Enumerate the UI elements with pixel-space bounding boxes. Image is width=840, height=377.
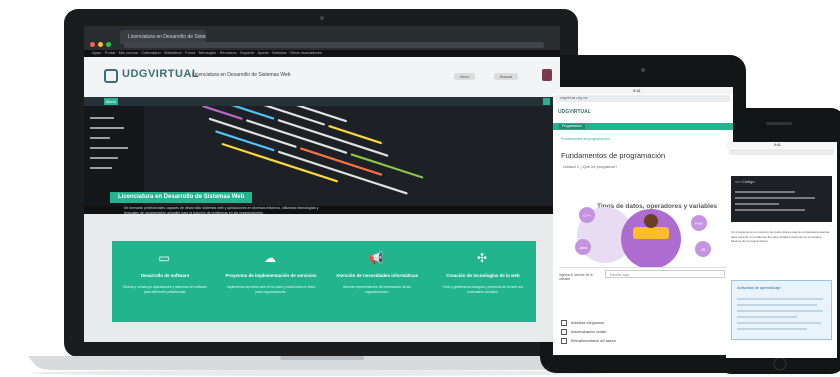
bookmarks-bar[interactable]: Apps · Portal · Mis cursos · Calendario … (92, 50, 552, 56)
laptop-camera (320, 16, 324, 20)
address-bar[interactable] (124, 42, 544, 48)
checklist-item[interactable]: Autoevaluación unidad (561, 328, 616, 337)
laptop-notch (280, 356, 364, 360)
code-title: </> Código (735, 179, 755, 184)
status-time: 9:41 (774, 143, 781, 147)
site-header: UDGVIRTUAL Licenciatura en Desarrollo de… (84, 57, 560, 97)
checkbox-icon[interactable] (561, 320, 567, 327)
maximize-icon[interactable] (106, 42, 111, 47)
form-label: Ingresa el nombre de la variable (559, 273, 593, 281)
user-avatar[interactable] (542, 69, 552, 81)
close-icon[interactable] (90, 42, 95, 47)
feature-title: Creación de tecnologías de la web (446, 273, 520, 278)
variable-input[interactable]: Escribe aquí (605, 270, 725, 278)
activity-box[interactable]: Actividad de aprendizaje (731, 280, 832, 340)
phone-status-bar: 9:41 (726, 142, 837, 148)
phone-address-bar[interactable] (729, 149, 834, 155)
phone-speaker (766, 122, 792, 125)
browser-toolbar: Licenciatura en Desarrollo de Sistemas W… (84, 26, 560, 50)
feature-card-software[interactable]: ▭ Desarrollo de software Diseña y constr… (112, 241, 218, 322)
checklist-label: Actividad integradora (571, 321, 604, 325)
feature-title: Desarrollo de software (140, 273, 190, 278)
tablet-logo[interactable]: UDGVIRTUAL (558, 109, 591, 115)
site-logo[interactable]: UDGVIRTUAL (122, 68, 199, 80)
feature-card-services[interactable]: ☁ Proyectos de implementación de servici… (218, 241, 324, 322)
feature-card-web[interactable]: ✣ Creación de tecnologías de la web Crea… (430, 241, 536, 322)
diagram-laptop-shape (633, 227, 669, 239)
page-title: Fundamentos de programación (561, 151, 666, 160)
feature-title: Proyectos de implementación de servicios (225, 273, 317, 278)
tablet-status-bar: 9:41 (553, 87, 733, 94)
diagram-node-label: PHP (695, 221, 704, 226)
activity-box-title: Actividad de aprendizaje (737, 285, 781, 290)
tablet-camera (641, 68, 645, 72)
laptop-screen: Licenciatura en Desarrollo de Sistemas W… (84, 26, 560, 342)
page-subtitle: Unidad 1 ¿Qué es programar? (563, 164, 618, 169)
diagram-node-label: Java (579, 245, 588, 250)
tablet-green-tab[interactable]: Programación (559, 124, 585, 129)
feature-description: Diseña y construye aplicaciones y sistem… (123, 285, 207, 294)
tablet-green-bar: Programación (553, 123, 733, 130)
checkbox-icon[interactable] (561, 329, 567, 336)
menu-button[interactable]: Menú (104, 98, 118, 105)
feature-description: Atiende requerimientos de información de… (342, 285, 412, 294)
header-button-buscar[interactable]: Buscar (494, 73, 519, 80)
search-icon[interactable] (543, 98, 550, 105)
diagram-node-label: JS (701, 247, 706, 252)
cloud-upload-icon: ☁ (264, 251, 276, 265)
breadcrumb[interactable]: Fundamentos de programación (561, 137, 610, 141)
lesson-text: Un programa es un conjunto de instruccio… (731, 230, 830, 244)
concept-diagram: C++ Java PHP JS (575, 207, 711, 267)
tablet-address-bar[interactable]: udgvirtual.udg.mx (556, 95, 730, 102)
header-button-inicio[interactable]: Inicio (454, 73, 476, 80)
checklist-item[interactable]: Actividad integradora (561, 319, 616, 328)
network-icon: ✣ (476, 251, 488, 265)
site-subtitle: Licenciatura en Desarrollo de Sistemas W… (192, 72, 291, 78)
logo-icon (104, 69, 118, 83)
code-block: </> Código (731, 176, 832, 222)
code-lines (735, 191, 815, 211)
checklist-label: Retroalimentación del asesor (571, 339, 617, 343)
checklist-item[interactable]: Retroalimentación del asesor (561, 337, 616, 346)
megaphone-icon: 📢 (369, 251, 384, 265)
activity-text-lines (737, 298, 823, 330)
checkbox-icon[interactable] (561, 338, 567, 345)
monitor-icon: ▭ (158, 251, 170, 265)
code-background (84, 106, 424, 206)
feature-title: Atención de necesidades informáticas (335, 273, 419, 278)
feature-card-needs[interactable]: 📢 Atención de necesidades informáticas A… (324, 241, 430, 322)
checklist-label: Autoevaluación unidad (571, 330, 607, 334)
feature-description: Crea y gestiona tecnologías y servicios … (442, 285, 524, 294)
features-panel: ▭ Desarrollo de software Diseña y constr… (112, 241, 536, 322)
activity-checklist: Actividad integradora Autoevaluación uni… (561, 319, 616, 346)
phone-screen: 9:41 </> Código Un programa es un conjun… (726, 142, 837, 358)
diagram-person-head (644, 214, 658, 228)
feature-description: Implementa servicios web en la nube y so… (226, 285, 316, 294)
status-time: 9:41 (633, 88, 641, 93)
minimize-icon[interactable] (98, 42, 103, 47)
tablet-screen: 9:41 udgvirtual.udg.mx UDGVIRTUAL Progra… (553, 87, 733, 355)
nav-strip: Menú (84, 97, 560, 106)
laptop-shadow (30, 370, 610, 376)
diagram-node-label: C++ (583, 213, 591, 218)
hero-banner (84, 106, 560, 206)
hero-title: Licenciatura en Desarrollo de Sistemas W… (110, 192, 253, 203)
